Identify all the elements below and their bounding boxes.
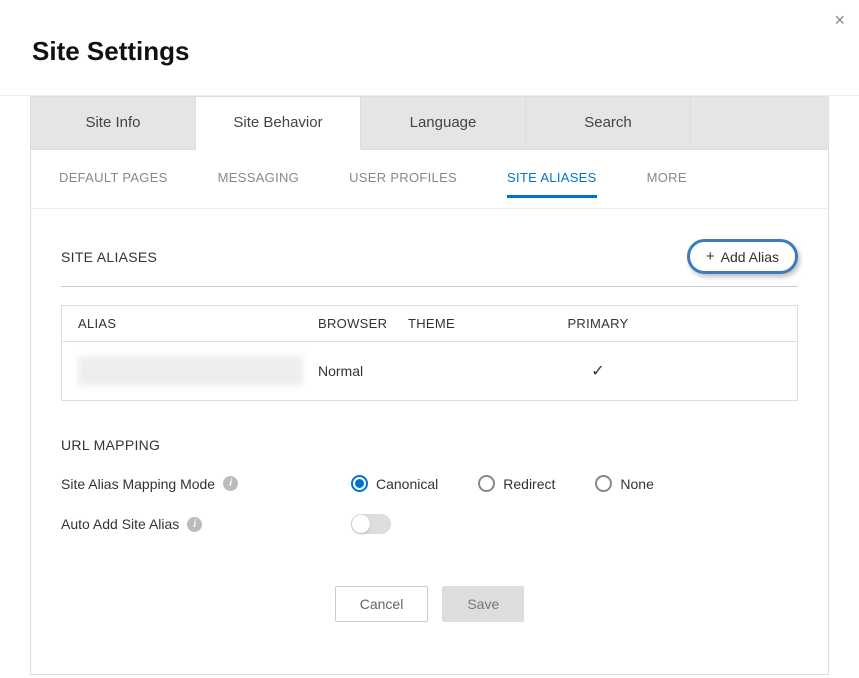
plus-icon: + [706,248,715,265]
radio-none-label: None [620,476,653,492]
subtab-messaging[interactable]: MESSAGING [218,170,299,198]
auto-add-row: Auto Add Site Alias i [61,514,798,534]
table-header: ALIAS BROWSER THEME PRIMARY [62,306,797,342]
page-title: Site Settings [0,0,859,95]
col-alias-header: ALIAS [78,316,318,331]
save-button[interactable]: Save [442,586,524,622]
table-row[interactable]: Normal ✓ [62,342,797,400]
add-alias-button[interactable]: + Add Alias [687,239,798,274]
footer-buttons: Cancel Save [61,556,798,664]
settings-card: Site Info Site Behavior Language Search … [30,96,829,675]
col-browser-header: BROWSER [318,316,408,331]
url-mapping-title: URL MAPPING [61,401,798,475]
main-tabs: Site Info Site Behavior Language Search [31,97,828,150]
add-alias-label: Add Alias [721,249,779,265]
info-icon[interactable]: i [187,517,202,532]
auto-add-toggle[interactable] [351,514,391,534]
tab-site-info[interactable]: Site Info [31,97,196,149]
aliases-table: ALIAS BROWSER THEME PRIMARY Normal ✓ [61,305,798,401]
close-icon[interactable]: × [834,10,845,31]
mapping-mode-radios: Canonical Redirect None [351,475,654,492]
subtab-site-aliases[interactable]: SITE ALIASES [507,170,597,198]
mapping-mode-label: Site Alias Mapping Mode [61,476,215,492]
cell-browser: Normal [318,363,408,379]
sub-tabs: DEFAULT PAGES MESSAGING USER PROFILES SI… [31,150,828,209]
tab-search[interactable]: Search [526,97,691,149]
subtab-user-profiles[interactable]: USER PROFILES [349,170,457,198]
col-theme-header: THEME [408,316,558,331]
col-primary-header: PRIMARY [558,316,638,331]
subtab-default-pages[interactable]: DEFAULT PAGES [59,170,168,198]
redacted-alias [78,356,303,386]
tab-language[interactable]: Language [361,97,526,149]
radio-canonical-label: Canonical [376,476,438,492]
toggle-knob [352,515,370,533]
info-icon[interactable]: i [223,476,238,491]
cancel-button[interactable]: Cancel [335,586,429,622]
tab-site-behavior[interactable]: Site Behavior [196,97,361,150]
radio-canonical[interactable]: Canonical [351,475,438,492]
subtab-more[interactable]: MORE [647,170,687,198]
auto-add-label: Auto Add Site Alias [61,516,179,532]
check-icon: ✓ [591,361,604,381]
site-aliases-title: SITE ALIASES [61,249,157,265]
radio-redirect[interactable]: Redirect [478,475,555,492]
site-aliases-section: SITE ALIASES + Add Alias ALIAS BROWSER T… [31,209,828,674]
cell-primary: ✓ [558,361,638,381]
radio-redirect-label: Redirect [503,476,555,492]
mapping-mode-row: Site Alias Mapping Mode i Canonical Redi… [61,475,798,492]
cell-alias [78,356,318,386]
radio-none[interactable]: None [595,475,653,492]
